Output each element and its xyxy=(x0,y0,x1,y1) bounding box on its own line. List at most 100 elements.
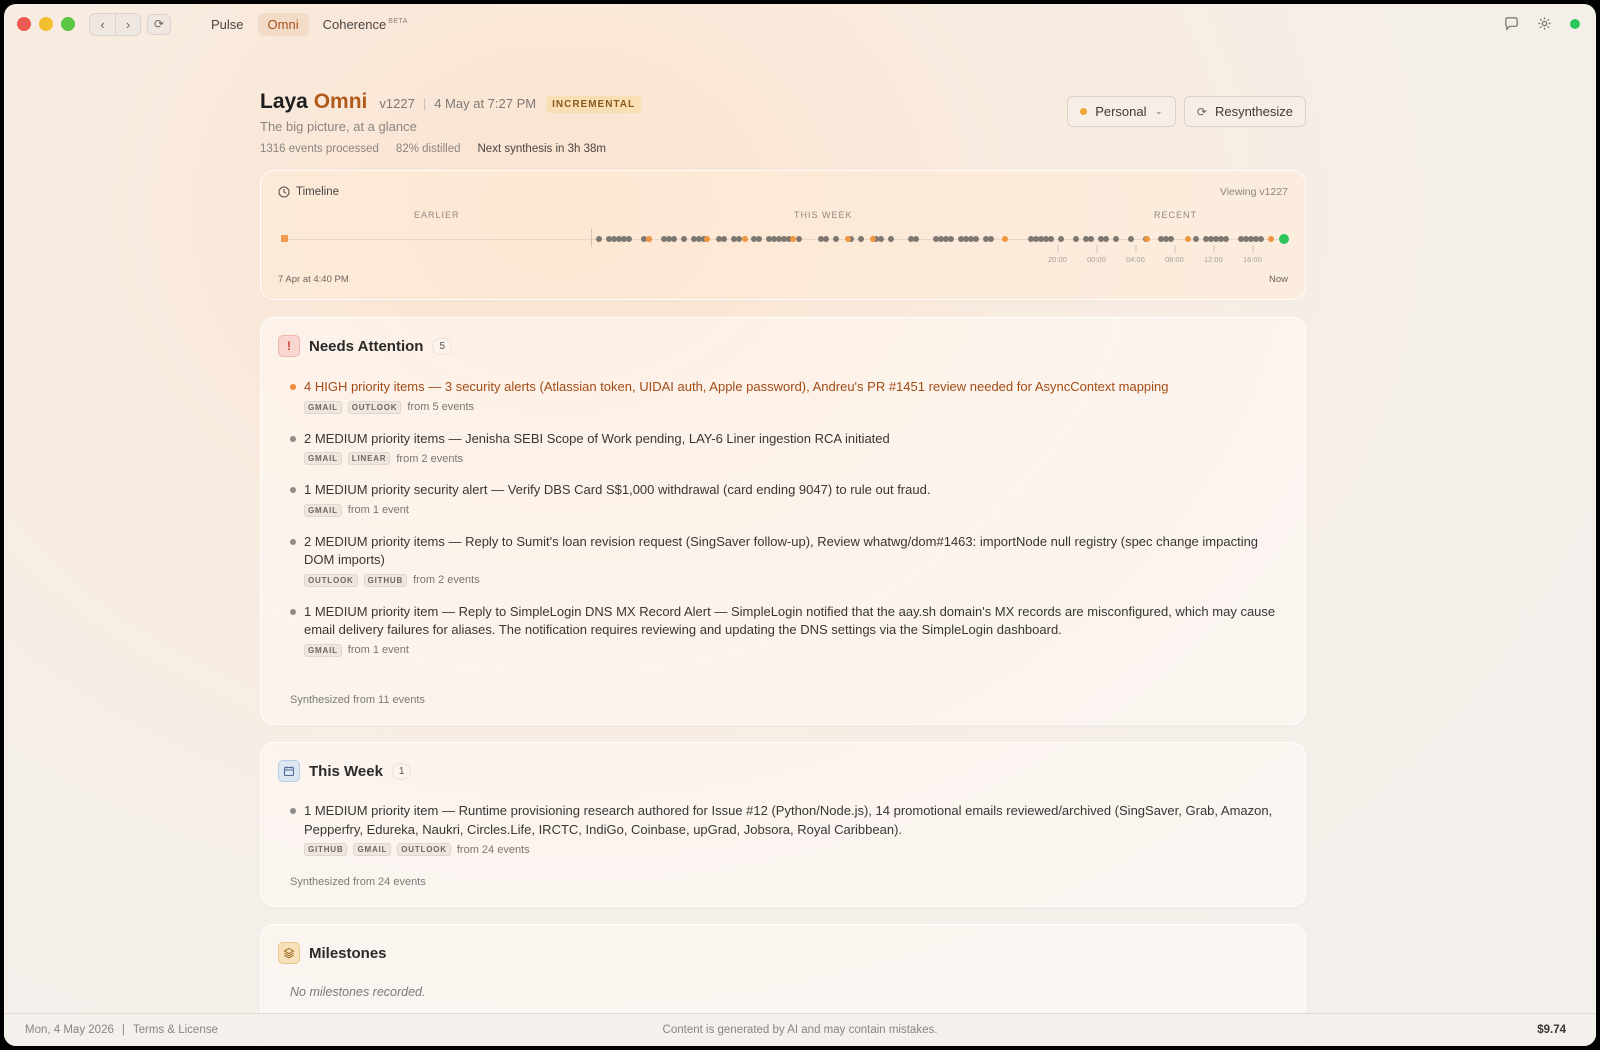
event-mark[interactable] xyxy=(756,236,762,242)
event-mark[interactable] xyxy=(1088,236,1094,242)
event-mark[interactable] xyxy=(1193,236,1199,242)
timeline-start-label: 7 Apr at 4:40 PM xyxy=(278,274,349,285)
source-tag: GMAIL xyxy=(304,400,342,414)
source-tag: OUTLOOK xyxy=(347,400,402,414)
event-count: from 24 events xyxy=(456,843,530,856)
beta-badge: BETA xyxy=(388,18,408,26)
hour-tick: 16:00 xyxy=(1243,255,1262,264)
event-mark[interactable] xyxy=(988,236,994,242)
hour-tick: 00:00 xyxy=(1087,255,1106,264)
source-tag: GMAIL xyxy=(304,643,342,657)
titlebar-actions xyxy=(1504,16,1580,31)
section-title: Needs Attention xyxy=(309,337,424,355)
tab-pulse[interactable]: Pulse xyxy=(201,13,254,36)
bullet xyxy=(290,487,296,493)
event-mark-highlight[interactable] xyxy=(1002,236,1008,242)
this-week-list: 1 MEDIUM priority item — Runtime provisi… xyxy=(290,802,1285,856)
event-mark[interactable] xyxy=(878,236,884,242)
event-mark[interactable] xyxy=(948,236,954,242)
list-item[interactable]: 4 HIGH priority items — 3 security alert… xyxy=(290,378,1285,414)
source-tag: OUTLOOK xyxy=(397,843,451,856)
event-mark-highlight[interactable] xyxy=(646,236,652,242)
event-mark[interactable] xyxy=(1128,236,1134,242)
this-week-card: This Week 1 1 MEDIUM priority item — Run… xyxy=(260,742,1306,907)
event-mark[interactable] xyxy=(858,236,864,242)
event-mark[interactable] xyxy=(671,236,677,242)
version-label: v1227 xyxy=(379,96,415,111)
event-mark[interactable] xyxy=(721,236,727,242)
title-row: Laya Omni v1227 | 4 May at 7:27 PM INCRE… xyxy=(260,90,642,114)
event-mark[interactable] xyxy=(823,236,829,242)
event-mark[interactable] xyxy=(888,236,894,242)
needs-attention-card: ! Needs Attention 5 4 HIGH priority item… xyxy=(260,317,1306,725)
stats-row: 1316 events processed 82% distilled Next… xyxy=(260,143,606,155)
ai-disclaimer: Content is generated by AI and may conta… xyxy=(662,1024,938,1036)
event-mark[interactable] xyxy=(1168,236,1174,242)
event-mark[interactable] xyxy=(796,236,802,242)
event-mark[interactable] xyxy=(833,236,839,242)
bullet xyxy=(290,435,296,442)
event-mark-highlight[interactable] xyxy=(704,236,710,242)
event-mark[interactable] xyxy=(1048,236,1054,242)
hour-tick: 12:00 xyxy=(1204,255,1223,264)
minimize-window-button[interactable] xyxy=(39,17,53,31)
refresh-icon: ⟳ xyxy=(153,17,165,31)
event-mark[interactable] xyxy=(681,236,687,242)
event-mark[interactable] xyxy=(973,236,979,242)
back-button[interactable]: ‹ xyxy=(90,14,115,35)
event-mark-highlight[interactable] xyxy=(1185,236,1191,242)
event-mark[interactable] xyxy=(1258,236,1264,242)
count-badge: 1 xyxy=(391,762,412,780)
tab-coherence[interactable]: Coherence BETA xyxy=(313,13,418,36)
connection-status-indicator xyxy=(1570,18,1580,29)
list-item[interactable]: 1 MEDIUM priority item — Reply to Simple… xyxy=(290,603,1285,657)
milestones-header: Milestones xyxy=(278,942,387,964)
forward-button[interactable]: › xyxy=(115,13,140,35)
event-mark[interactable] xyxy=(1073,236,1079,242)
event-mark[interactable] xyxy=(626,236,632,242)
item-sources: GMAIL OUTLOOK from 5 events xyxy=(304,400,1285,414)
bullet xyxy=(290,608,296,615)
event-mark[interactable] xyxy=(596,236,602,242)
event-mark[interactable] xyxy=(1058,236,1064,242)
event-mark[interactable] xyxy=(736,236,742,242)
this-week-header: This Week 1 xyxy=(278,760,412,782)
synthesis-date: 4 May at 7:27 PM xyxy=(434,96,537,111)
calendar-icon xyxy=(278,760,300,782)
now-marker[interactable] xyxy=(1279,234,1289,244)
event-mark[interactable] xyxy=(1103,236,1109,242)
reload-button[interactable]: ⟳ xyxy=(147,13,171,35)
timeline-event-marks[interactable] xyxy=(261,171,1307,301)
event-mark-highlight[interactable] xyxy=(870,236,876,242)
event-mark-highlight[interactable] xyxy=(845,236,851,242)
zoom-window-button[interactable] xyxy=(61,17,75,31)
tab-omni[interactable]: Omni xyxy=(257,12,309,36)
event-mark-highlight[interactable] xyxy=(1144,236,1150,242)
main-tabs: Pulse Omni Coherence BETA xyxy=(201,12,418,36)
chat-icon[interactable] xyxy=(1504,16,1519,31)
alert-icon: ! xyxy=(278,335,300,357)
event-mark[interactable] xyxy=(1113,236,1119,242)
scope-dropdown[interactable]: Personal ⌄ xyxy=(1067,96,1176,127)
gear-icon[interactable] xyxy=(1537,16,1552,31)
list-item[interactable]: 2 MEDIUM priority items — Reply to Sumit… xyxy=(290,533,1285,587)
event-mark-highlight[interactable] xyxy=(742,236,748,242)
resynthesize-button[interactable]: ⟳ Resynthesize xyxy=(1183,96,1306,127)
title-bar: ‹ › ⟳ Pulse Omni Coherence BETA xyxy=(4,4,1596,44)
list-item[interactable]: 2 MEDIUM priority items — Jenisha SEBI S… xyxy=(290,430,1285,465)
empty-state: No milestones recorded. xyxy=(290,985,426,999)
layers-icon xyxy=(278,942,300,964)
bullet xyxy=(290,808,296,814)
event-mark-highlight[interactable] xyxy=(1268,236,1274,242)
list-item[interactable]: 1 MEDIUM priority security alert — Verif… xyxy=(290,481,1285,517)
item-sources: OUTLOOK GITHUB from 2 events xyxy=(304,573,1285,587)
close-window-button[interactable] xyxy=(17,17,31,31)
event-mark[interactable] xyxy=(1223,236,1229,242)
next-synthesis: Next synthesis in 3h 38m xyxy=(477,143,606,155)
history-nav: ‹ › xyxy=(89,12,141,36)
event-mark[interactable] xyxy=(913,236,919,242)
list-item[interactable]: 1 MEDIUM priority item — Runtime provisi… xyxy=(290,802,1285,856)
event-count: from 2 events xyxy=(396,452,463,465)
synthesized-note: Synthesized from 24 events xyxy=(290,876,426,888)
event-mark-highlight[interactable] xyxy=(790,236,796,242)
